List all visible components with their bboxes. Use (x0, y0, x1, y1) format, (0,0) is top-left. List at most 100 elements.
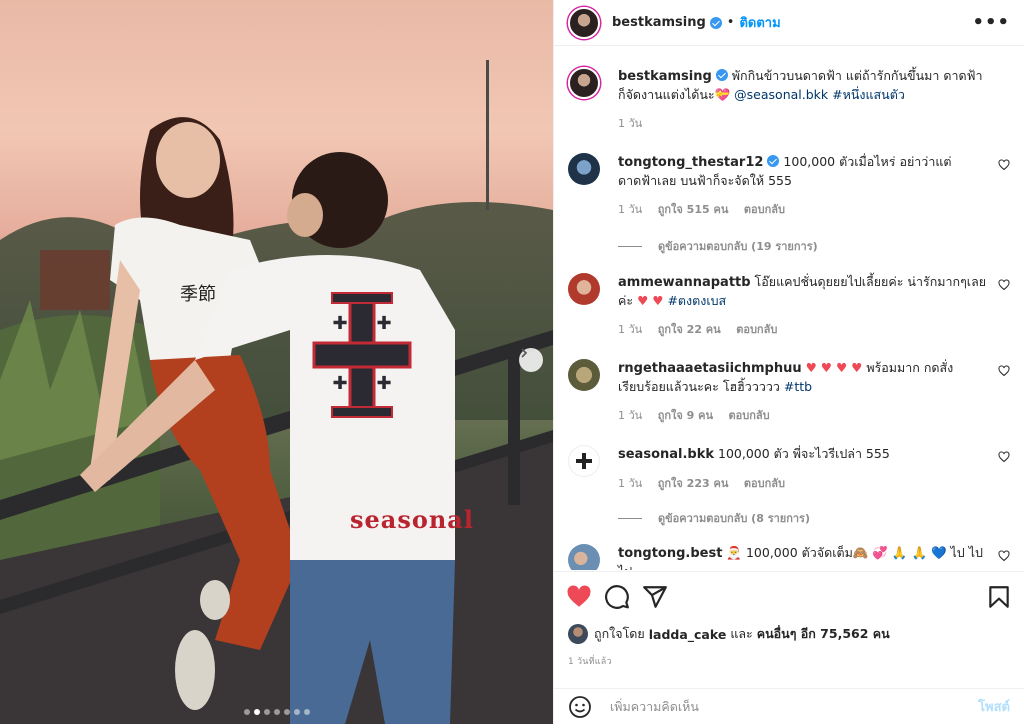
carousel-dot (263, 709, 270, 715)
caption-hashtag[interactable]: #หนึ่งแสนตัว (832, 87, 905, 102)
follow-separator: • (726, 15, 735, 30)
carousel-dot (243, 709, 250, 715)
comment-item: seasonal.bkk 100,000 ตัว พี่จะไวรีเปล่า … (568, 445, 1010, 492)
comment-body: rngethaaaetasiichmphuu ♥ ♥ ♥ ♥ พร้อมมาก … (618, 359, 988, 396)
comment-time: 1 วัน (618, 203, 643, 216)
comment-time: 1 วัน (618, 477, 643, 490)
add-comment-input[interactable] (608, 698, 979, 715)
heart-outline-icon[interactable] (998, 365, 1010, 377)
comment-likes[interactable]: ถูกใจ 22 คน (658, 323, 721, 336)
replies-divider (618, 245, 642, 247)
caption-time: 1 วัน (618, 117, 643, 130)
caption-body: bestkamsing พักกินข้าวบนดาดฟ้า แต่ถ้ารัก… (618, 67, 988, 104)
likes-prefix: ถูกใจโดย (594, 626, 645, 641)
liker-username[interactable]: ladda_cake (649, 627, 727, 642)
like-heart-icon[interactable] (566, 584, 592, 610)
heart-outline-icon[interactable] (998, 159, 1010, 171)
commenter-avatar[interactable] (568, 153, 600, 185)
comment-bubble-icon[interactable] (604, 584, 630, 610)
reply-button[interactable]: ตอบกลับ (744, 477, 785, 490)
reply-button[interactable]: ตอบกลับ (736, 323, 777, 336)
likes-and: และ (730, 626, 753, 641)
comments-list[interactable]: bestkamsing พักกินข้าวบนดาดฟ้า แต่ถ้ารัก… (554, 47, 1024, 570)
comment-body: seasonal.bkk 100,000 ตัว พี่จะไวรีเปล่า … (618, 445, 988, 464)
comment-meta: 1 วัน ถูกใจ 515 คน ตอบกลับ (618, 200, 1010, 218)
carousel-dot (293, 709, 300, 715)
svg-text:✚: ✚ (376, 373, 391, 394)
svg-text:季節: 季節 (180, 284, 216, 305)
caption: bestkamsing พักกินข้าวบนดาดฟ้า แต่ถ้ารัก… (568, 67, 1010, 132)
author-username[interactable]: bestkamsing (612, 15, 706, 30)
bookmark-icon[interactable] (986, 584, 1012, 610)
carousel-dot (303, 709, 310, 715)
post-actions (554, 571, 1024, 621)
comment-likes[interactable]: ถูกใจ 9 คน (658, 409, 713, 422)
reply-button[interactable]: ตอบกลับ (744, 203, 785, 216)
heart-outline-icon[interactable] (998, 550, 1010, 562)
verified-icon (709, 16, 722, 29)
commenter-avatar[interactable] (568, 359, 600, 391)
comment-likes[interactable]: ถูกใจ 515 คน (658, 203, 729, 216)
comment-username[interactable]: ammewannapattb (618, 275, 751, 290)
carousel-dot (273, 709, 280, 715)
verified-icon (767, 155, 780, 167)
comment-body: tongtong.best 🎅 100,000 ตัวจัดเต็ม🙈 💞 🙏 … (618, 544, 988, 570)
comment-composer: โพสต์ (554, 688, 1024, 724)
emoji-icon[interactable] (568, 695, 592, 719)
caption-meta: 1 วัน (618, 114, 1010, 132)
comment-username[interactable]: tongtong_thestar12 (618, 155, 763, 170)
caption-username[interactable]: bestkamsing (618, 69, 712, 84)
heart-emoji-icon: ♥ ♥ ♥ ♥ (805, 360, 863, 375)
commenter-avatar[interactable] (568, 445, 600, 477)
shirt-brand-text: seasonal (350, 505, 474, 534)
comment-meta: 1 วัน ถูกใจ 223 คน ตอบกลับ (618, 474, 1010, 492)
svg-text:✚: ✚ (332, 373, 347, 394)
chevron-right-icon (521, 348, 528, 358)
post-header: bestkamsing • ติดตาม ••• (554, 0, 1024, 46)
comment-likes[interactable]: ถูกใจ 223 คน (658, 477, 729, 490)
comment-text: 100,000 ตัว พี่จะไวรีเปล่า 555 (718, 446, 890, 461)
post-comment-button[interactable]: โพสต์ (978, 696, 1010, 717)
view-replies-label: ดูข้อความตอบกลับ (19 รายการ) (658, 240, 818, 253)
commenter-avatar[interactable] (568, 273, 600, 305)
view-replies-label: ดูข้อความตอบกลับ (8 รายการ) (658, 512, 810, 525)
carousel-dot (283, 709, 290, 715)
share-paper-plane-icon[interactable] (642, 584, 668, 610)
author-avatar[interactable] (568, 6, 600, 39)
more-options-icon[interactable]: ••• (972, 12, 1010, 33)
comment-body: ammewannapattb โอ๊ยแคปชั่นดุยยยไปเลี้ยยค… (618, 273, 988, 310)
carousel-dots (0, 709, 553, 715)
view-replies-button[interactable]: ดูข้อความตอบกลับ (19 รายการ) (618, 237, 818, 255)
comment-item: tongtong_thestar12 100,000 ตัวเมื่อไหร่ … (568, 153, 1010, 218)
reply-button[interactable]: ตอบกลับ (729, 409, 770, 422)
liker-avatar (568, 624, 588, 644)
svg-text:✚: ✚ (332, 313, 347, 334)
heart-outline-icon[interactable] (998, 451, 1010, 463)
replies-divider (618, 517, 642, 519)
likes-summary[interactable]: ถูกใจโดย ladda_cake และ คนอื่นๆ อีก 75,5… (568, 624, 890, 644)
follow-button[interactable]: ติดตาม (739, 12, 780, 33)
comment-username[interactable]: rngethaaaetasiichmphuu (618, 361, 802, 376)
commenter-avatar[interactable] (568, 544, 600, 570)
post-time-ago: 1 วันที่แล้ว (568, 657, 612, 667)
caption-avatar[interactable] (568, 67, 600, 99)
comment-time: 1 วัน (618, 323, 643, 336)
svg-text:✚: ✚ (376, 313, 391, 334)
comment-meta: 1 วัน ถูกใจ 22 คน ตอบกลับ (618, 320, 1010, 338)
carousel-next-button[interactable] (519, 348, 543, 372)
post-photo[interactable]: 季節 ✚ ✚ ✚ ✚ seasonal (0, 0, 553, 724)
comment-meta: 1 วัน ถูกใจ 9 คน ตอบกลับ (618, 406, 1010, 424)
comment-hashtag[interactable]: #ตงตงเบส (667, 293, 726, 308)
comment-item: tongtong.best 🎅 100,000 ตัวจัดเต็ม🙈 💞 🙏 … (568, 544, 1010, 570)
view-replies-button[interactable]: ดูข้อความตอบกลับ (8 รายการ) (618, 509, 810, 527)
comment-item: ammewannapattb โอ๊ยแคปชั่นดุยยยไปเลี้ยยค… (568, 273, 1010, 338)
photo-illustration: 季節 ✚ ✚ ✚ ✚ (0, 60, 553, 724)
comment-item: rngethaaaetasiichmphuu ♥ ♥ ♥ ♥ พร้อมมาก … (568, 359, 1010, 424)
comment-hashtag[interactable]: #ttb (784, 379, 812, 394)
comment-time: 1 วัน (618, 409, 643, 422)
comment-username[interactable]: tongtong.best (618, 546, 722, 561)
caption-mention[interactable]: @seasonal.bkk (734, 87, 828, 102)
comment-username[interactable]: seasonal.bkk (618, 447, 714, 462)
heart-outline-icon[interactable] (998, 279, 1010, 291)
likes-others-count[interactable]: คนอื่นๆ อีก 75,562 คน (757, 626, 890, 641)
